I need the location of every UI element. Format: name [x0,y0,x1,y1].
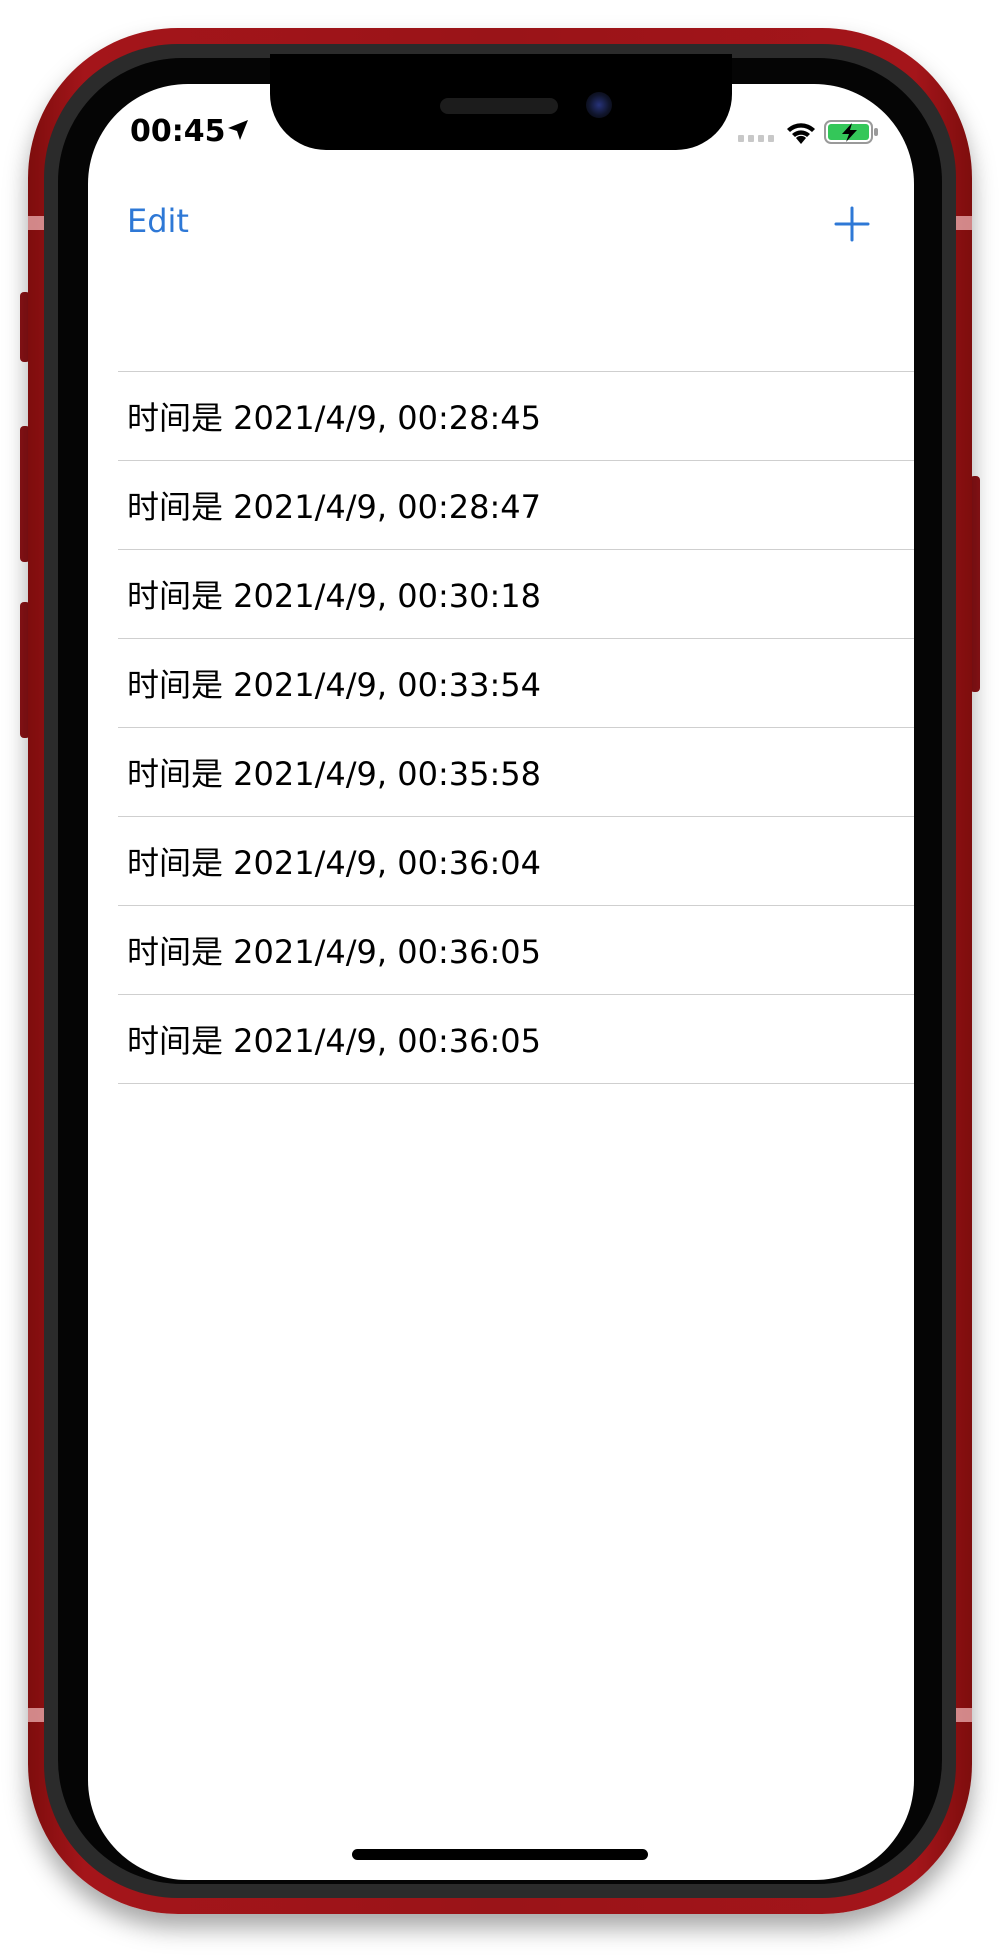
list-item-label: 时间是 2021/4/9, 00:33:54 [127,666,541,704]
list-item-label: 时间是 2021/4/9, 00:36:05 [127,933,541,971]
list-item[interactable]: 时间是 2021/4/9, 00:28:47 [118,461,914,550]
list-item-label: 时间是 2021/4/9, 00:35:58 [127,755,541,793]
status-time: 00:45 [130,114,226,149]
list-item-label: 时间是 2021/4/9, 00:36:05 [127,1022,541,1060]
list-item[interactable]: 时间是 2021/4/9, 00:36:05 [118,906,914,995]
list-item[interactable]: 时间是 2021/4/9, 00:30:18 [118,550,914,639]
list-item-label: 时间是 2021/4/9, 00:28:47 [127,488,541,526]
timestamp-list: 时间是 2021/4/9, 00:28:45 时间是 2021/4/9, 00:… [118,371,914,1084]
cellular-signal-icon [738,135,774,142]
list-item-label: 时间是 2021/4/9, 00:36:04 [127,844,541,882]
location-arrow-icon [228,120,248,140]
list-item-label: 时间是 2021/4/9, 00:28:45 [127,399,541,437]
list-item[interactable]: 时间是 2021/4/9, 00:35:58 [118,728,914,817]
home-indicator[interactable] [352,1849,648,1860]
edit-button[interactable]: Edit [127,202,189,240]
list-item[interactable]: 时间是 2021/4/9, 00:33:54 [118,639,914,728]
earpiece-speaker [440,98,558,114]
battery-charging-icon [824,120,878,144]
front-camera [586,92,612,118]
list-item[interactable]: 时间是 2021/4/9, 00:28:45 [118,372,914,461]
plus-icon[interactable] [832,204,872,244]
list-item[interactable]: 时间是 2021/4/9, 00:36:05 [118,995,914,1084]
wifi-icon [787,123,815,144]
device-mockup: 00:45 Edit 时间是 2021/4/9, 00:28:45 时间是 20… [0,0,1000,1960]
list-item-label: 时间是 2021/4/9, 00:30:18 [127,577,541,615]
list-item[interactable]: 时间是 2021/4/9, 00:36:04 [118,817,914,906]
